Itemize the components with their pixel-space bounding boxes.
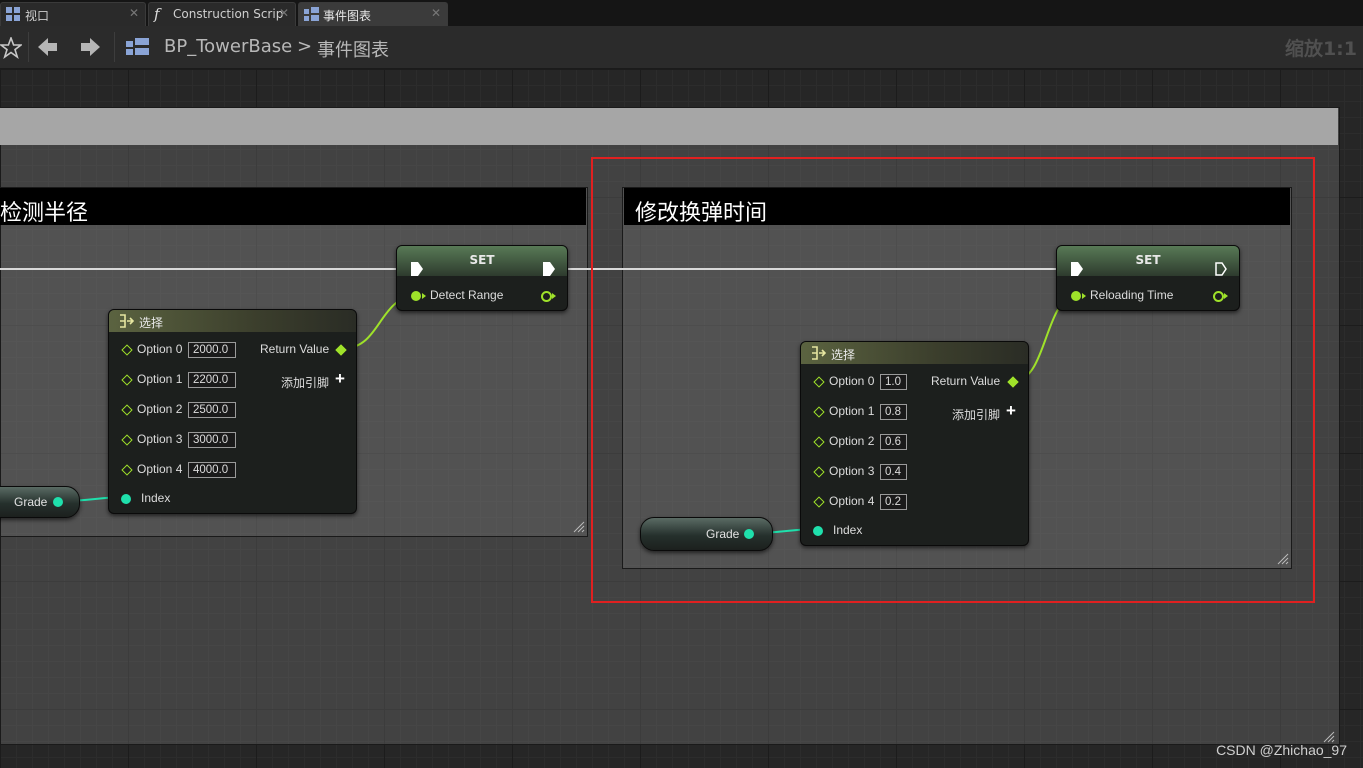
tab-viewport[interactable]: 视口 ✕ [0,2,146,26]
wildcard-pin-icon[interactable] [121,434,133,446]
blueprint-graph-icon [126,38,149,55]
wildcard-pin-icon[interactable] [121,374,133,386]
highlight-box [591,157,1315,603]
forward-arrow-icon[interactable] [80,38,100,56]
toolbar-divider [114,32,115,62]
tab-construction-script[interactable]: f Construction Scrip ✕ [148,2,296,26]
grid-icon [6,7,20,21]
zoom-level: 缩放1:1 [1284,38,1357,60]
wildcard-pin-icon[interactable] [121,464,133,476]
option-value-field[interactable]: 3000.0 [188,432,236,448]
watermark: CSDN @Zhichao_97 [1216,742,1347,758]
tab-label: 视口 [25,9,50,23]
option-label: Option 4 [137,462,183,476]
event-graph-canvas[interactable]: 检测半径 修改换弹时间 SET Detect Range SET Reloadi… [0,69,1363,768]
star-icon[interactable] [0,37,22,59]
option-value-field[interactable]: 2500.0 [188,402,236,418]
toolbar-divider [28,32,29,62]
add-pin-label[interactable]: 添加引脚 [281,374,329,391]
pin-arrow-icon [552,293,556,299]
option-label: Option 1 [137,372,183,386]
node-title: 选择 [139,316,164,330]
return-pin-icon[interactable] [335,344,347,356]
breadcrumb-separator: > [297,36,313,57]
close-icon[interactable]: ✕ [129,6,139,20]
grid-icon [304,7,319,21]
pin-arrow-icon [422,293,426,299]
wildcard-pin-icon[interactable] [121,344,133,356]
exec-out-pin-icon[interactable] [543,262,555,276]
close-icon[interactable]: ✕ [431,6,441,20]
select-icon [120,314,135,328]
float-out-pin-icon[interactable] [541,291,552,302]
back-arrow-icon[interactable] [38,38,58,56]
grade-variable-node[interactable]: Grade [0,486,80,518]
option-value-field[interactable]: 4000.0 [188,462,236,478]
variable-label: Grade [14,495,48,509]
wildcard-pin-icon[interactable] [121,404,133,416]
set-node-detect-range[interactable]: SET Detect Range [396,245,568,311]
breadcrumb-blueprint[interactable]: BP_TowerBase [164,36,292,57]
float-in-pin-icon[interactable] [411,291,421,301]
option-label: Option 3 [137,432,183,446]
int-pin-icon[interactable] [121,494,131,504]
pin-label: Detect Range [430,288,504,302]
select-node-detect-range[interactable]: 选择 Option 0 2000.0 Option 1 2200.0 Optio… [108,309,357,514]
tab-label: Construction Scrip [173,7,284,21]
tab-event-graph[interactable]: 事件图表 ✕ [298,2,448,26]
breadcrumb-graph[interactable]: 事件图表 [317,36,389,62]
option-value-field[interactable]: 2200.0 [188,372,236,388]
return-value-label: Return Value [260,342,330,356]
option-label: Option 2 [137,402,183,416]
function-icon: f [154,5,160,23]
option-label: Option 0 [137,342,183,356]
tab-label: 事件图表 [323,9,372,23]
int-out-pin-icon[interactable] [53,497,63,507]
exec-in-pin-icon[interactable] [411,262,423,276]
close-icon[interactable]: ✕ [279,6,289,20]
index-label: Index [141,491,171,505]
plus-icon[interactable]: + [335,369,345,389]
option-value-field[interactable]: 2000.0 [188,342,236,358]
tab-bar: 视口 ✕ f Construction Scrip ✕ 事件图表 ✕ [0,0,1363,26]
graph-toolbar: BP_TowerBase > 事件图表 缩放1:1 [0,26,1363,69]
